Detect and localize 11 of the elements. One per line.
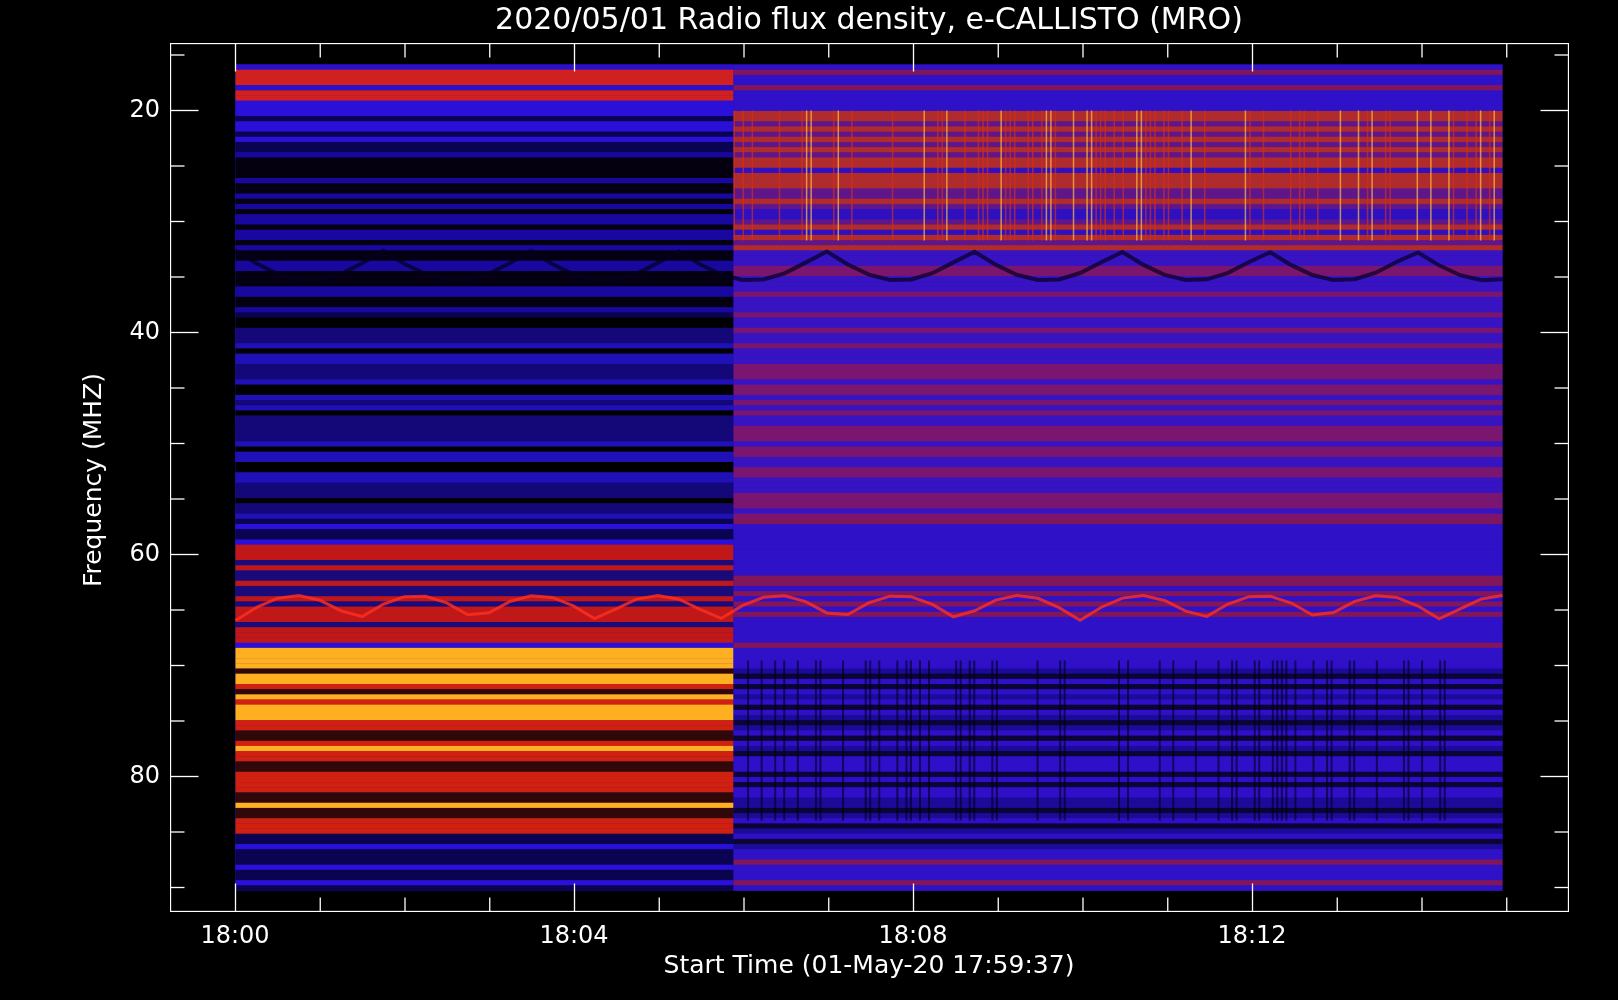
x-tick-label: 18:00: [200, 922, 270, 950]
y-axis-label: Frequency (MHZ): [78, 372, 108, 588]
x-axis-label: Start Time (01-May-20 17:59:37): [663, 951, 1075, 980]
y-tick-label: 40: [129, 318, 160, 346]
y-tick-label: 80: [129, 762, 160, 790]
chart-title: 2020/05/01 Radio flux density, e-CALLISTO (MRO): [495, 2, 1243, 37]
y-tick-label: 20: [129, 96, 160, 124]
x-tick-label: 18:08: [878, 922, 948, 950]
x-tick-label: 18:12: [1217, 922, 1287, 950]
x-tick-label: 18:04: [539, 922, 609, 950]
y-tick-label: 60: [129, 540, 160, 568]
